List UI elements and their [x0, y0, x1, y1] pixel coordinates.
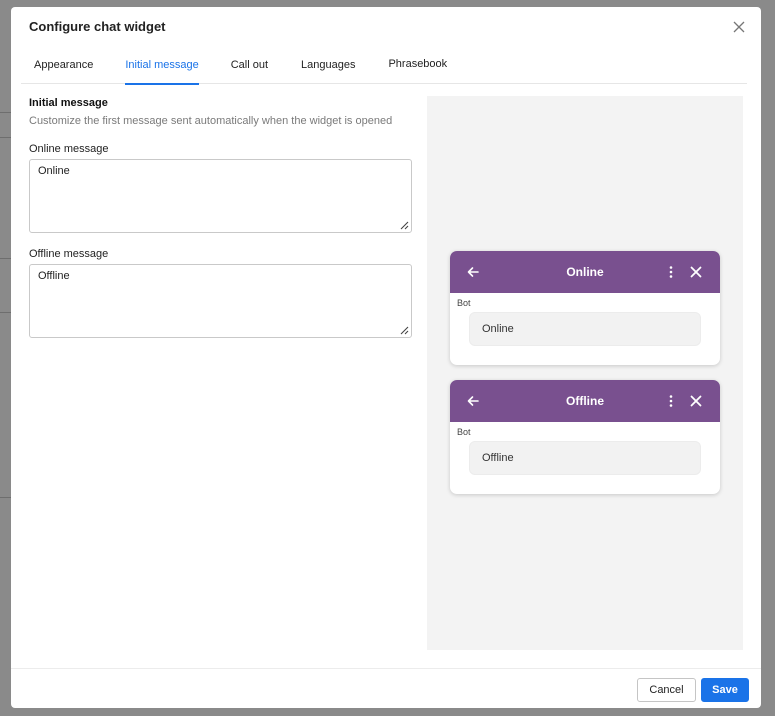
section-title: Initial message: [29, 97, 108, 109]
close-icon[interactable]: [689, 265, 703, 279]
cancel-button[interactable]: Cancel: [637, 678, 696, 702]
close-icon: [733, 21, 745, 33]
resize-grip-icon[interactable]: [399, 220, 409, 230]
sender-label: Bot: [457, 427, 471, 437]
dialog-footer: Cancel Save: [11, 668, 761, 708]
dialog-title: Configure chat widget: [29, 19, 166, 34]
more-vertical-icon[interactable]: [668, 394, 674, 408]
more-vertical-icon[interactable]: [668, 265, 674, 279]
configure-chat-widget-dialog: Configure chat widget Appearance Initial…: [11, 7, 761, 708]
tab-languages[interactable]: Languages: [301, 53, 355, 84]
sender-label: Bot: [457, 298, 471, 308]
tab-phrasebook[interactable]: Phrasebook: [388, 53, 447, 84]
close-button[interactable]: [731, 19, 747, 35]
offline-message-value: Offline: [38, 270, 70, 282]
section-description: Customize the first message sent automat…: [29, 115, 393, 127]
offline-widget-preview: Offline Bot Offline: [450, 380, 720, 494]
offline-message-field[interactable]: Offline: [29, 264, 412, 338]
message-bubble: Online: [469, 312, 701, 346]
message-bubble: Offline: [469, 441, 701, 475]
online-message-label: Online message: [29, 143, 109, 155]
widget-title: Offline: [566, 394, 604, 408]
widget-title: Online: [566, 265, 604, 279]
tab-bar: Appearance Initial message Call out Lang…: [21, 53, 747, 85]
save-button[interactable]: Save: [701, 678, 749, 702]
widget-header: Online: [450, 251, 720, 293]
online-message-field[interactable]: Online: [29, 159, 412, 233]
close-icon[interactable]: [689, 394, 703, 408]
tab-appearance[interactable]: Appearance: [34, 53, 93, 84]
widget-header: Offline: [450, 380, 720, 422]
tab-initial-message[interactable]: Initial message: [125, 53, 200, 85]
widget-preview-panel: Online Bot Online Offline Bot Offline: [427, 96, 743, 650]
resize-grip-icon[interactable]: [399, 325, 409, 335]
tab-call-out[interactable]: Call out: [231, 53, 268, 84]
arrow-left-icon[interactable]: [466, 394, 480, 408]
initial-message-form: Initial message Customize the first mess…: [29, 97, 412, 338]
online-message-value: Online: [38, 165, 70, 177]
arrow-left-icon[interactable]: [466, 265, 480, 279]
offline-message-label: Offline message: [29, 248, 109, 260]
online-widget-preview: Online Bot Online: [450, 251, 720, 365]
